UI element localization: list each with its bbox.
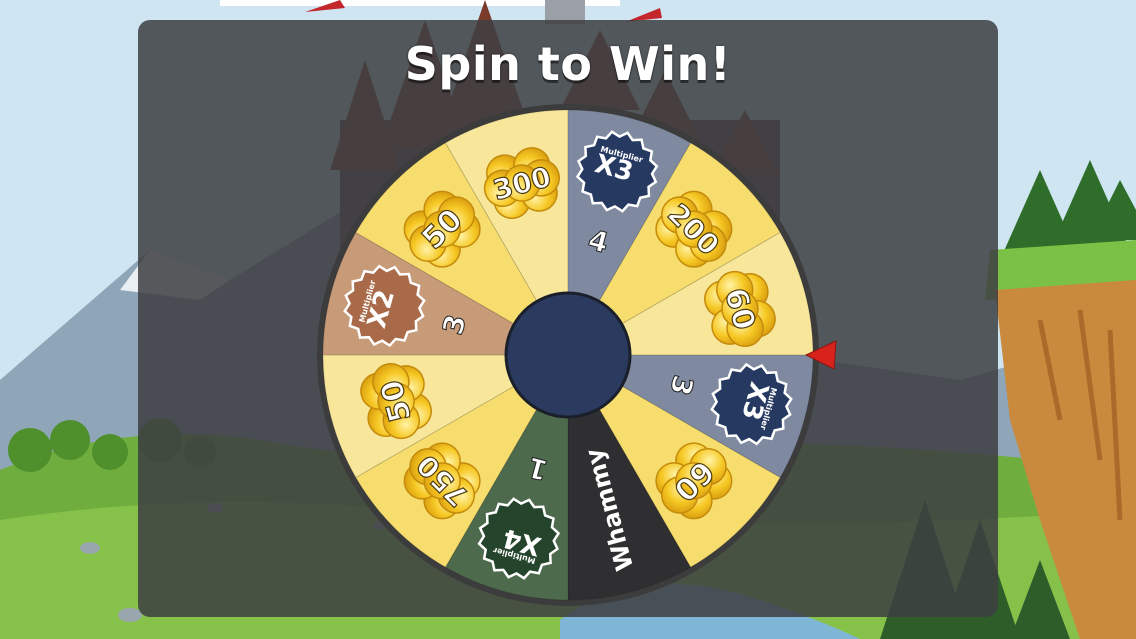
wheel-hub xyxy=(504,291,632,419)
prize-wheel[interactable]: 20060X3Multiplier360WhammyX4Multiplier17… xyxy=(0,0,1136,639)
